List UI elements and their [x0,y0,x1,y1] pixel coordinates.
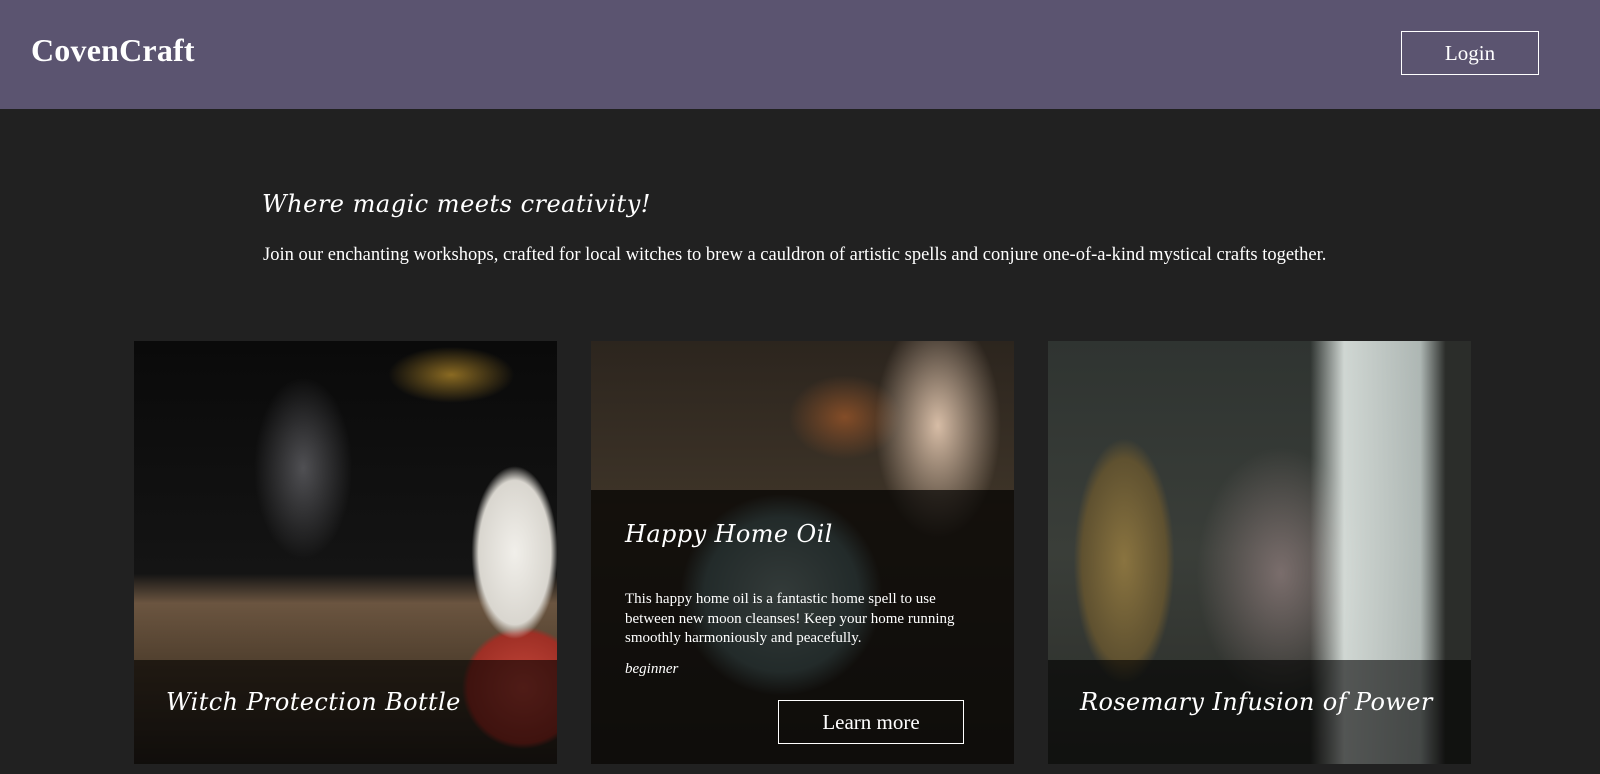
learn-more-button[interactable]: Learn more [778,700,964,744]
login-button[interactable]: Login [1401,31,1539,75]
card-title: Witch Protection Bottle [166,688,461,716]
card-title-bar: Witch Protection Bottle [134,660,557,764]
card-title: Rosemary Infusion of Power [1080,688,1433,716]
workshop-card-happy-home-oil[interactable]: Happy Home Oil This happy home oil is a … [591,341,1014,764]
workshop-card-witch-protection-bottle[interactable]: Witch Protection Bottle [134,341,557,764]
card-details-overlay: Happy Home Oil This happy home oil is a … [591,490,1014,764]
workshop-card-rosemary-infusion[interactable]: Rosemary Infusion of Power [1048,341,1471,764]
card-difficulty-level: beginner [625,661,679,677]
hero-title: Where magic meets creativity! [262,190,651,218]
site-header: CovenCraft Login [0,0,1600,109]
card-title: Happy Home Oil [625,520,833,548]
card-title-bar: Rosemary Infusion of Power [1048,660,1471,764]
brand-logo[interactable]: CovenCraft [31,30,195,70]
card-description: This happy home oil is a fantastic home … [625,591,955,646]
hero-description: Join our enchanting workshops, crafted f… [263,245,1327,265]
